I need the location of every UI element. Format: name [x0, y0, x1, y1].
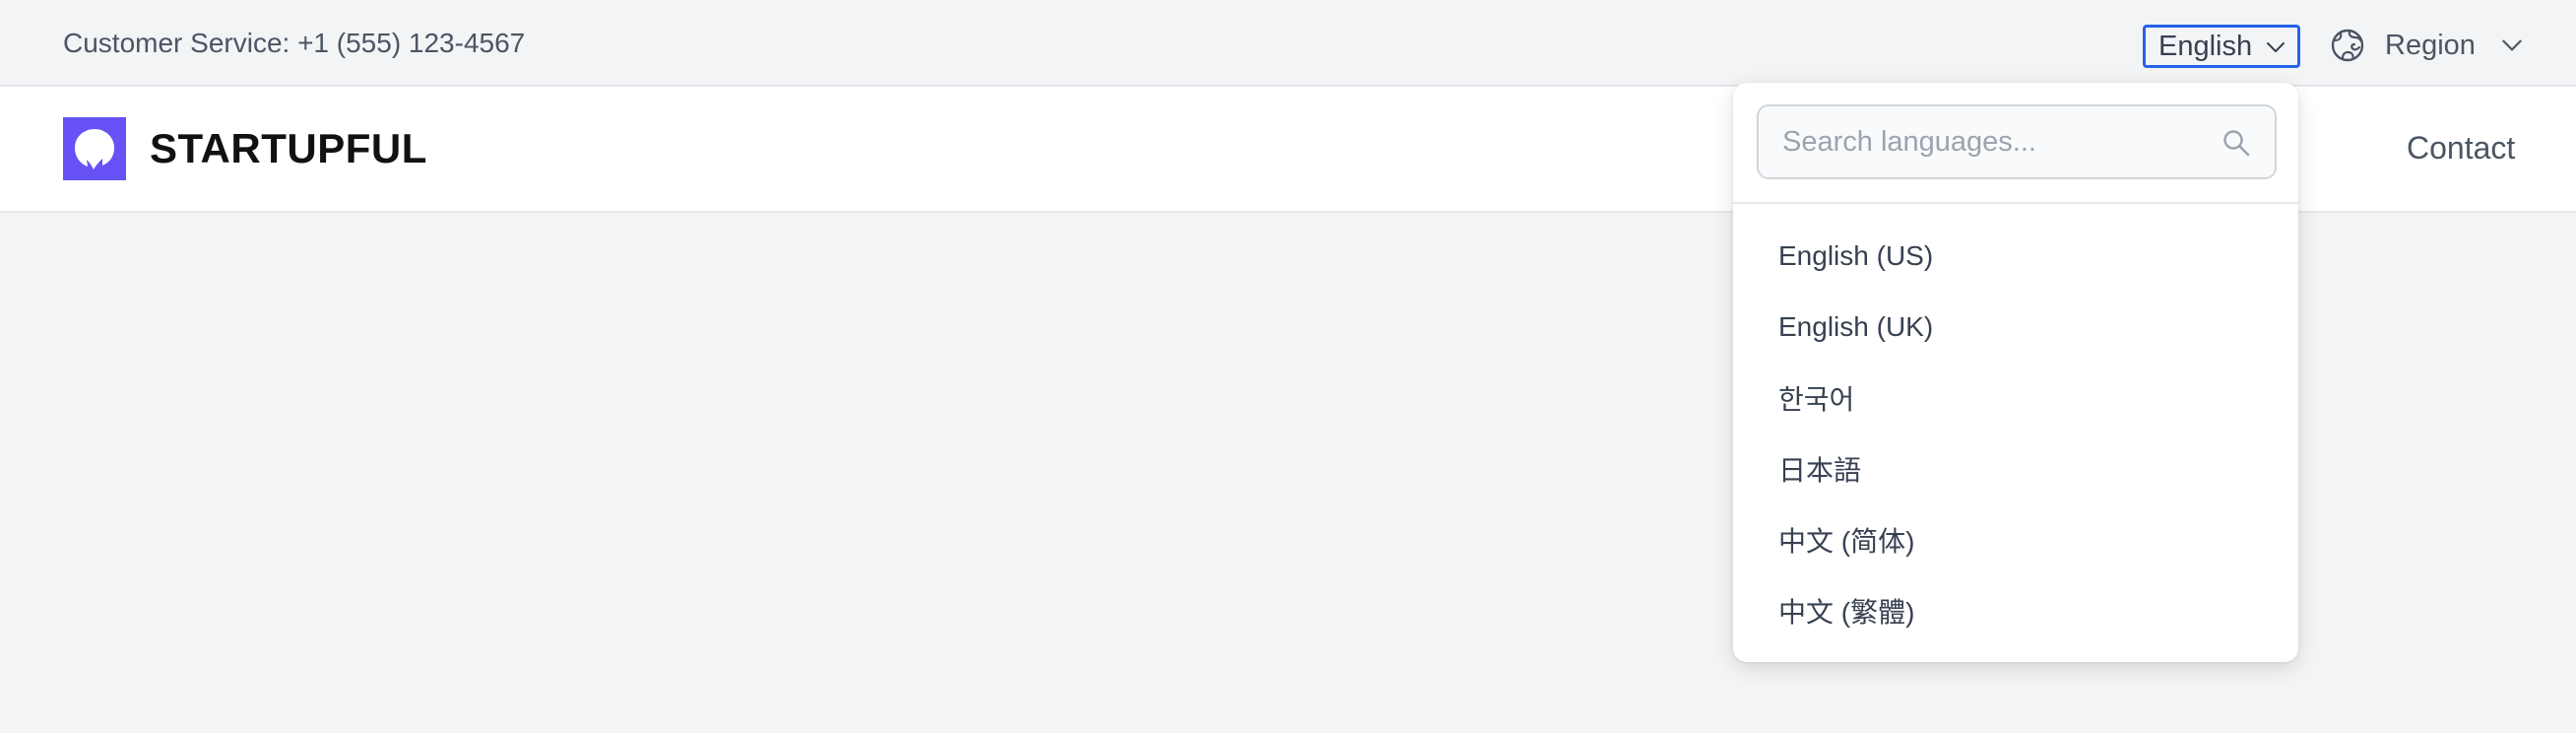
language-option-chinese-simplified[interactable]: 中文 (简体)	[1733, 504, 2298, 575]
language-option-english-us[interactable]: English (US)	[1733, 221, 2298, 292]
language-dropdown: English (US) English (UK) 한국어 日本語 中文 (简体…	[1733, 83, 2298, 662]
nav-link-contact[interactable]: Contact	[2407, 128, 2515, 167]
language-search-box[interactable]	[1757, 104, 2277, 179]
chevron-down-icon	[2267, 42, 2285, 52]
search-icon	[2223, 130, 2250, 157]
language-select[interactable]: English	[2143, 25, 2300, 68]
language-search-input[interactable]	[1759, 106, 2212, 177]
language-option-korean[interactable]: 한국어	[1733, 363, 2298, 433]
customer-service-text: Customer Service: +1 (555) 123-4567	[63, 28, 526, 58]
startupful-logo-icon	[63, 117, 126, 180]
chevron-down-icon	[2502, 39, 2522, 51]
home-logo-link[interactable]: STARTUPFUL	[63, 117, 427, 180]
language-option-chinese-traditional[interactable]: 中文 (繁體)	[1733, 575, 2298, 646]
region-label: Region	[2385, 30, 2476, 61]
globe-icon	[2331, 29, 2364, 62]
language-option-english-uk[interactable]: English (UK)	[1733, 292, 2298, 363]
language-option-japanese[interactable]: 日本語	[1733, 433, 2298, 504]
language-select-value: English	[2158, 31, 2253, 62]
utility-bar: Customer Service: +1 (555) 123-4567 Engl…	[0, 0, 2576, 87]
brand-name: STARTUPFUL	[150, 125, 427, 171]
dropdown-divider	[1733, 202, 2298, 204]
language-options-list: English (US) English (UK) 한국어 日本語 中文 (简体…	[1733, 221, 2298, 646]
region-selector[interactable]: Region	[2330, 22, 2525, 69]
